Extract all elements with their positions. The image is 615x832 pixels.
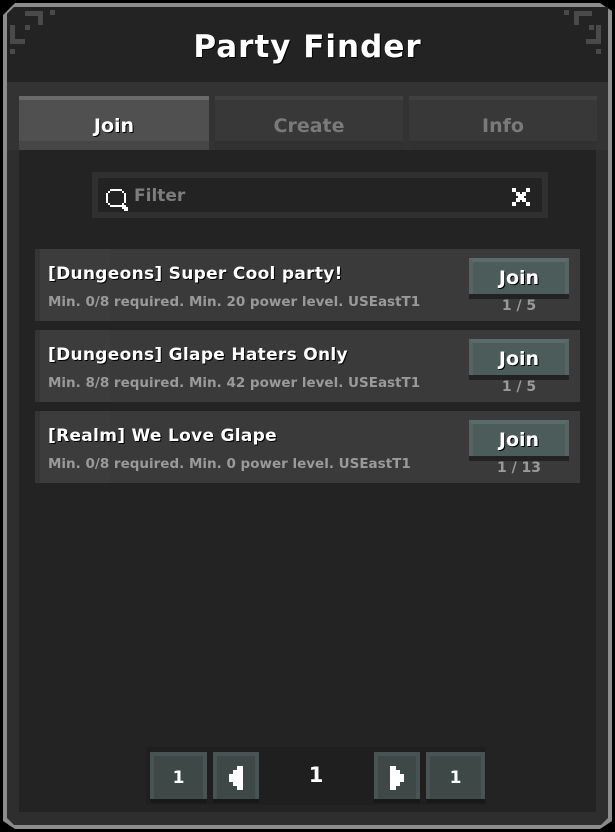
next-page-button[interactable] — [374, 752, 420, 799]
last-page-label: 1 — [449, 767, 462, 788]
party-title: [Dungeons] Glape Haters Only — [48, 345, 348, 365]
arrow-left-icon — [229, 765, 243, 790]
join-party-button[interactable]: Join — [469, 339, 569, 375]
party-title: [Realm] We Love Glape — [48, 426, 277, 446]
party-list-item: [Dungeons] Super Cool party! Min. 0/8 re… — [35, 249, 580, 321]
corner-ornament-left — [38, 11, 43, 25]
arrow-right-icon — [390, 765, 404, 790]
party-requirements: Min. 0/8 required. Min. 20 power level. … — [48, 294, 421, 310]
tab-join-label: Join — [93, 115, 135, 137]
tab-create-label: Create — [273, 115, 345, 137]
last-page-button[interactable]: 1 — [426, 752, 485, 799]
corner-ornament-right — [574, 11, 579, 25]
tab-join[interactable]: Join — [19, 96, 209, 152]
filter-box — [92, 172, 548, 218]
window-title: Party Finder — [193, 29, 422, 65]
party-requirements: Min. 8/8 required. Min. 42 power level. … — [48, 375, 421, 391]
party-member-count: 1 / 13 — [496, 460, 542, 476]
join-content: [Dungeons] Super Cool party! Min. 0/8 re… — [19, 150, 596, 812]
current-page: 1 — [308, 763, 324, 787]
search-icon — [106, 189, 128, 211]
tab-create[interactable]: Create — [215, 96, 403, 152]
party-member-count: 1 / 5 — [501, 298, 537, 314]
party-title: [Dungeons] Super Cool party! — [48, 264, 343, 284]
party-member-count: 1 / 5 — [501, 379, 537, 395]
join-party-button[interactable]: Join — [469, 420, 569, 456]
party-requirements: Min. 0/8 required. Min. 0 power level. U… — [48, 456, 411, 472]
party-list-item: [Realm] We Love Glape Min. 0/8 required.… — [35, 411, 580, 483]
clear-filter-icon[interactable] — [512, 188, 530, 206]
first-page-button[interactable]: 1 — [150, 752, 207, 799]
corner-ornament-right — [564, 10, 569, 15]
party-finder-window: Party Finder Join Create Info Filter [Du… — [7, 7, 608, 825]
tab-info-label: Info — [482, 115, 524, 137]
window-header: Party Finder — [7, 7, 608, 82]
tab-bar: Join Create Info — [7, 82, 608, 152]
corner-ornament-left — [50, 10, 55, 15]
party-list-item: [Dungeons] Glape Haters Only Min. 8/8 re… — [35, 330, 580, 402]
prev-page-button[interactable] — [213, 752, 259, 799]
tab-info[interactable]: Info — [409, 96, 597, 152]
filter-input[interactable] — [134, 182, 504, 210]
pagination: 1 1 1 — [146, 747, 486, 805]
first-page-label: 1 — [172, 767, 185, 788]
join-party-button[interactable]: Join — [469, 258, 569, 294]
